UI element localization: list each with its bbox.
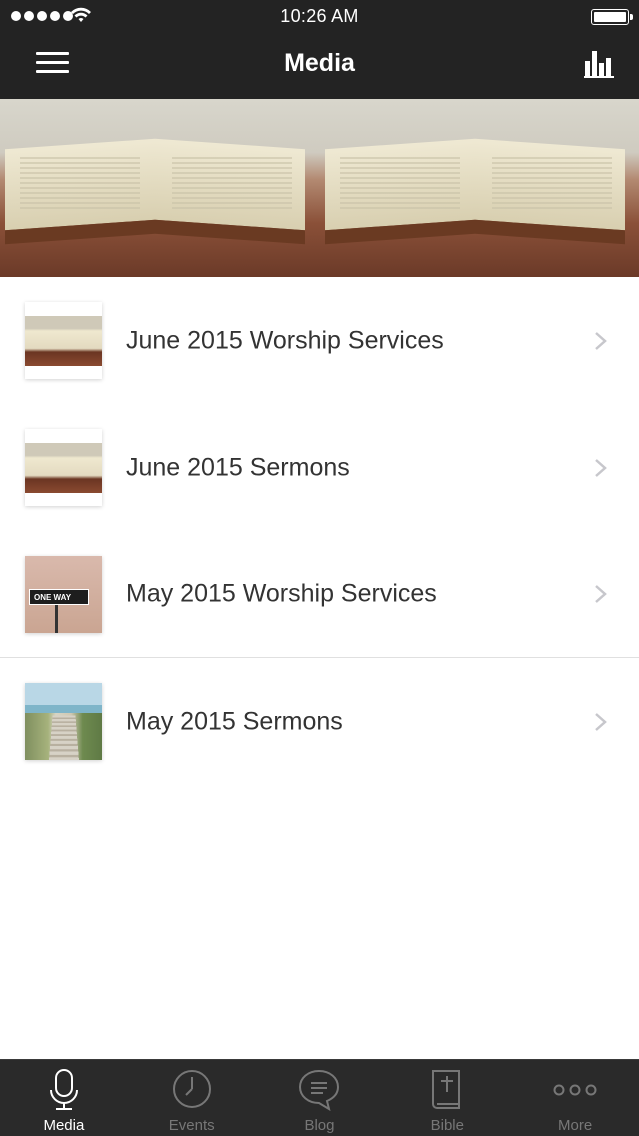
bar-chart-icon[interactable] <box>584 49 614 79</box>
tab-bible[interactable]: Bible <box>383 1060 511 1136</box>
list-item[interactable]: June 2015 Worship Services <box>0 277 639 404</box>
list-item-label: May 2015 Worship Services <box>126 579 437 608</box>
tab-label: More <box>557 1117 593 1134</box>
list-item-label: June 2015 Sermons <box>126 453 350 481</box>
chevron-right-icon <box>595 712 607 731</box>
more-dots-icon <box>553 1084 597 1096</box>
tab-label: Blog <box>304 1117 335 1134</box>
tab-media[interactable]: Media <box>0 1060 128 1136</box>
thumbnail-one-way-sign: ONE WAY <box>25 556 102 633</box>
page-title: Media <box>284 49 355 77</box>
list-item-label: June 2015 Worship Services <box>126 326 444 354</box>
top-bar: 10:26 AM Media <box>0 0 639 99</box>
status-time: 10:26 AM <box>280 6 359 26</box>
speech-bubble-icon <box>299 1069 340 1112</box>
tab-label: Media <box>43 1117 85 1134</box>
thumbnail-open-book <box>25 302 102 379</box>
microphone-icon <box>49 1069 78 1110</box>
bible-icon <box>432 1070 461 1109</box>
thumbnail-open-book <box>25 429 102 506</box>
chevron-right-icon <box>595 585 607 603</box>
tab-bar: Media Events Blog Bible More <box>0 1059 639 1136</box>
list-item[interactable]: May 2015 Sermons <box>0 658 639 785</box>
media-list: June 2015 Worship Services June 2015 Ser… <box>0 277 639 785</box>
tab-label: Events <box>168 1117 215 1134</box>
status-bar: 10:26 AM <box>0 0 639 34</box>
tab-blog[interactable]: Blog <box>256 1060 384 1136</box>
list-item-label: May 2015 Sermons <box>126 707 343 735</box>
list-item[interactable]: ONE WAY May 2015 Worship Services <box>0 531 639 658</box>
hero-banner-image <box>0 99 639 277</box>
list-item[interactable]: June 2015 Sermons <box>0 404 639 531</box>
tab-label: Bible <box>430 1117 464 1134</box>
battery-icon <box>591 9 633 25</box>
thumbnail-beach-path <box>25 683 102 760</box>
chevron-right-icon <box>595 331 607 350</box>
chevron-right-icon <box>595 458 607 477</box>
tab-events[interactable]: Events <box>128 1060 256 1136</box>
sign-text: ONE WAY <box>34 593 72 602</box>
tab-more[interactable]: More <box>511 1060 639 1136</box>
clock-icon <box>172 1070 211 1108</box>
